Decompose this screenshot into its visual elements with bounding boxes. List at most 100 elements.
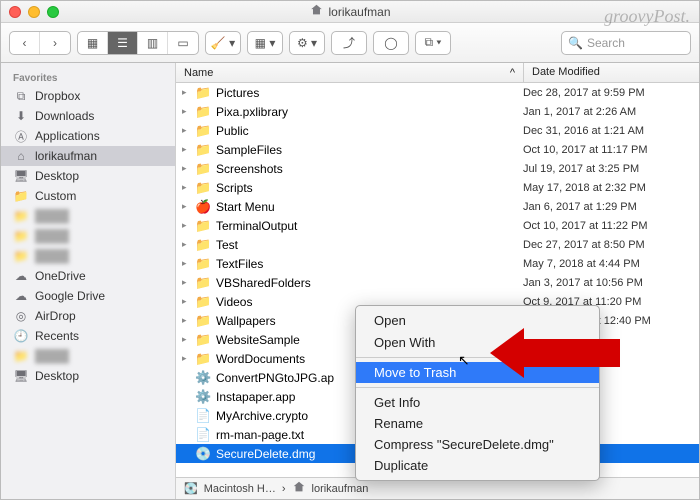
file-name: Pictures (216, 86, 518, 100)
file-row[interactable]: ▸📁Pixa.pxlibraryJan 1, 2017 at 2:26 AM (176, 102, 699, 121)
context-menu: OpenOpen With▸Move to TrashGet InfoRenam… (355, 305, 600, 481)
file-date: May 7, 2018 at 4:44 PM (523, 258, 693, 270)
sidebar-item-blurred[interactable]: 📁████ (1, 246, 175, 266)
view-gallery-button[interactable]: ▭ (168, 32, 198, 54)
menu-item-label: Rename (374, 416, 423, 431)
menu-item-label: Move to Trash (374, 365, 456, 380)
arrange-button[interactable]: ▦ ▾ (248, 32, 282, 54)
sidebar-item-label: Desktop (35, 169, 79, 183)
file-row[interactable]: ▸📁PublicDec 31, 2016 at 1:21 AM (176, 121, 699, 140)
file-row[interactable]: ▸📁VBSharedFoldersJan 3, 2017 at 10:56 PM (176, 273, 699, 292)
path-item[interactable]: Macintosh H… (204, 483, 276, 495)
action-button[interactable]: ⚙ ▾ (290, 32, 324, 54)
sidebar-item-blurred[interactable]: 📁████ (1, 226, 175, 246)
cloud-icon: ☁ (13, 289, 29, 303)
sidebar-item-Recents[interactable]: 🕘Recents (1, 326, 175, 346)
view-buttons: ▦ ☰ ▥ ▭ (77, 31, 199, 55)
menu-item-compress-securedelete-dmg-[interactable]: Compress "SecureDelete.dmg" (356, 434, 599, 455)
disclosure-icon: ▸ (182, 106, 190, 117)
path-item[interactable]: lorikaufman (312, 483, 369, 495)
folder-icon: 📁 (13, 189, 29, 203)
menu-item-open[interactable]: Open (356, 310, 599, 331)
file-row[interactable]: ▸📁PicturesDec 28, 2017 at 9:59 PM (176, 83, 699, 102)
file-date: Dec 31, 2016 at 1:21 AM (523, 125, 693, 137)
disclosure-icon: ▸ (182, 201, 190, 212)
file-row[interactable]: ▸📁ScreenshotsJul 19, 2017 at 3:25 PM (176, 159, 699, 178)
cursor-icon: ↖ (458, 352, 470, 369)
file-row[interactable]: ▸📁TextFilesMay 7, 2018 at 4:44 PM (176, 254, 699, 273)
file-row[interactable]: ▸📁TerminalOutputOct 10, 2017 at 11:22 PM (176, 216, 699, 235)
sidebar-item-Applications[interactable]: ⒶApplications (1, 126, 175, 146)
tags-button[interactable]: ◯ (374, 32, 408, 54)
file-date: Oct 10, 2017 at 11:22 PM (523, 220, 693, 232)
cloud-icon: ☁ (13, 269, 29, 283)
file-row[interactable]: ▸📁ScriptsMay 17, 2018 at 2:32 PM (176, 178, 699, 197)
disclosure-icon: ▸ (182, 220, 190, 231)
apps-icon: Ⓐ (13, 129, 29, 143)
file-date: Dec 27, 2017 at 8:50 PM (523, 239, 693, 251)
sidebar-item-Custom[interactable]: 📁Custom (1, 186, 175, 206)
file-date: Oct 10, 2017 at 11:17 PM (523, 144, 693, 156)
file-row[interactable]: ▸📁SampleFilesOct 10, 2017 at 11:17 PM (176, 140, 699, 159)
nav-buttons: ‹ › (9, 31, 71, 55)
file-row[interactable]: ▸🍎Start MenuJan 6, 2017 at 1:29 PM (176, 197, 699, 216)
sidebar-item-blurred[interactable]: 📁████ (1, 206, 175, 226)
home-icon (309, 3, 323, 20)
sidebar-item-label: ████ (35, 229, 69, 243)
sidebar-item-Desktop[interactable]: 🖥Desktop (1, 366, 175, 386)
zoom-icon[interactable] (47, 6, 59, 18)
file-name: Start Menu (216, 200, 518, 214)
column-date[interactable]: Date Modified (524, 63, 699, 82)
menu-item-label: Compress "SecureDelete.dmg" (374, 437, 554, 452)
file-name: VBSharedFolders (216, 276, 518, 290)
view-column-button[interactable]: ▥ (138, 32, 168, 54)
share-button[interactable]: ⤴ (332, 32, 366, 54)
disclosure-icon: ▸ (182, 182, 190, 193)
window-title: lorikaufman (309, 3, 390, 20)
menu-item-get-info[interactable]: Get Info (356, 392, 599, 413)
folder-icon: 📁 (13, 209, 29, 223)
column-name[interactable]: Name ^ (176, 63, 524, 82)
file-date: Jan 3, 2017 at 10:56 PM (523, 277, 693, 289)
view-icon-button[interactable]: ▦ (78, 32, 108, 54)
menu-item-label: Open With (374, 335, 435, 350)
view-list-button[interactable]: ☰ (108, 32, 138, 54)
sidebar-item-label: Desktop (35, 369, 79, 383)
sidebar-item-OneDrive[interactable]: ☁OneDrive (1, 266, 175, 286)
back-button[interactable]: ‹ (10, 32, 40, 54)
forward-button[interactable]: › (40, 32, 70, 54)
sidebar-item-Dropbox[interactable]: ⧉Dropbox (1, 86, 175, 106)
disclosure-icon: ▸ (182, 334, 190, 345)
sidebar-item-label: AirDrop (35, 309, 76, 323)
minimize-icon[interactable] (28, 6, 40, 18)
menu-item-rename[interactable]: Rename (356, 413, 599, 434)
file-name: Public (216, 124, 518, 138)
sidebar-header: Favorites (1, 69, 175, 86)
sidebar-item-lorikaufman[interactable]: ⌂lorikaufman (1, 146, 175, 166)
file-name: Scripts (216, 181, 518, 195)
file-row[interactable]: ▸📁TestDec 27, 2017 at 8:50 PM (176, 235, 699, 254)
menu-item-label: Duplicate (374, 458, 428, 473)
close-icon[interactable] (9, 6, 21, 18)
hazel-button[interactable]: 🧹 ▾ (206, 32, 240, 54)
sidebar-item-AirDrop[interactable]: ◎ AirDrop (1, 306, 175, 326)
file-date: Jul 19, 2017 at 3:25 PM (523, 163, 693, 175)
search-input[interactable]: 🔍 Search (561, 31, 691, 55)
annotation-arrow (520, 339, 620, 367)
menu-item-duplicate[interactable]: Duplicate (356, 455, 599, 476)
sidebar-item-Desktop[interactable]: 🖥Desktop (1, 166, 175, 186)
file-name: TerminalOutput (216, 219, 518, 233)
file-date: May 17, 2018 at 2:32 PM (523, 182, 693, 194)
sidebar-item-blurred[interactable]: 📁████ (1, 346, 175, 366)
airdrop-icon: ◎ (13, 309, 29, 323)
file-date: Jan 6, 2017 at 1:29 PM (523, 201, 693, 213)
sidebar-item-Downloads[interactable]: ⬇Downloads (1, 106, 175, 126)
file-name: Pixa.pxlibrary (216, 105, 518, 119)
disclosure-icon: ▸ (182, 239, 190, 250)
dropbox-button[interactable]: ⧉ ▾ (416, 32, 450, 54)
sidebar-item-Google Drive[interactable]: ☁Google Drive (1, 286, 175, 306)
search-placeholder: Search (587, 36, 625, 50)
disclosure-icon: ▸ (182, 163, 190, 174)
file-name: Test (216, 238, 518, 252)
menu-item-label: Get Info (374, 395, 420, 410)
